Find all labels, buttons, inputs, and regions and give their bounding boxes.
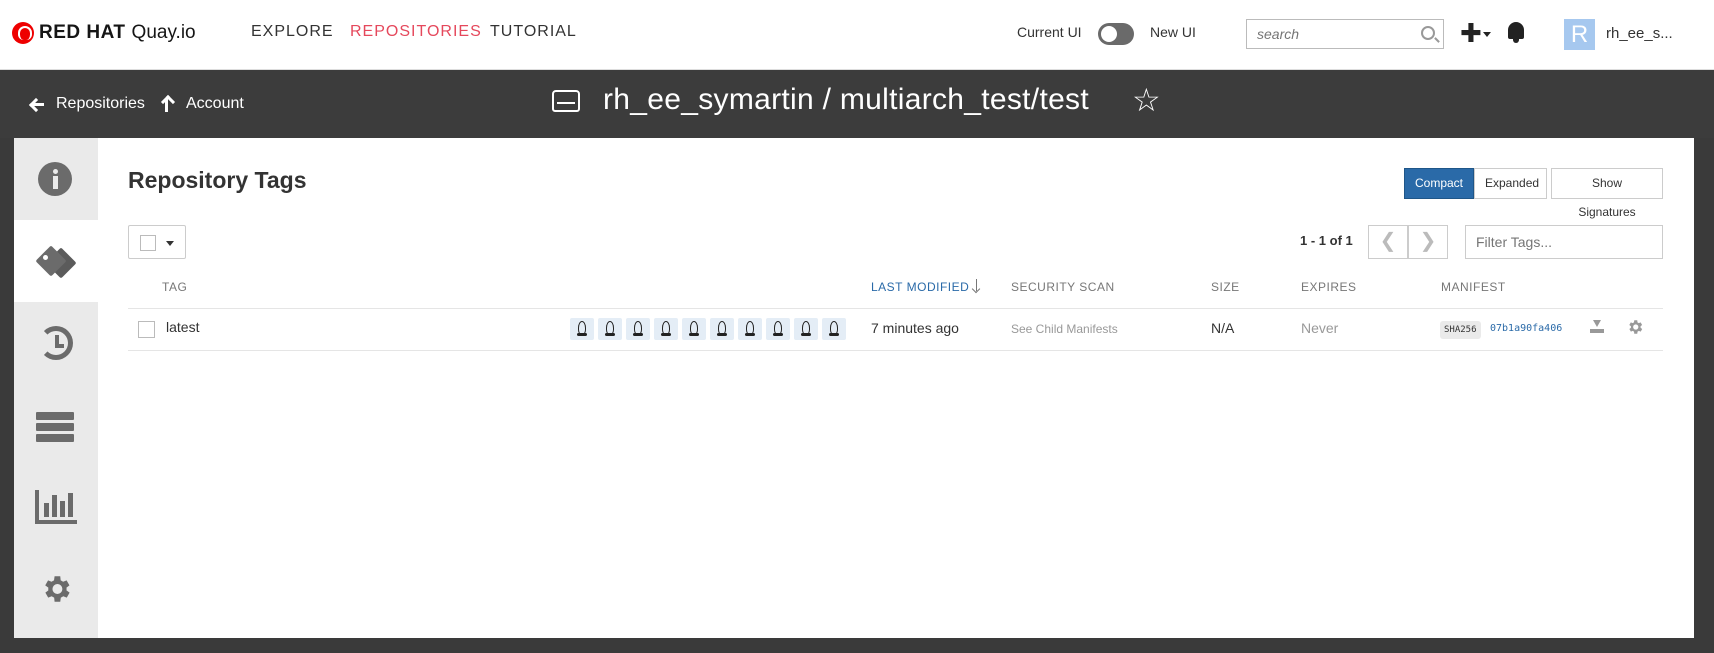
repository-icon: [552, 90, 580, 112]
toggle-knob: [1101, 26, 1117, 42]
create-new-button[interactable]: ✚: [1460, 20, 1482, 46]
user-menu[interactable]: rh_ee_s...: [1606, 25, 1673, 42]
sidebar-item-info[interactable]: [14, 138, 98, 220]
nav-tutorial[interactable]: TUTORIAL: [490, 23, 577, 41]
bar-chart-icon: [35, 490, 77, 524]
linux-arch-badge[interactable]: [794, 318, 818, 340]
brand-logo[interactable]: RED HAT Quay.io: [12, 22, 196, 44]
select-all-dropdown[interactable]: [128, 225, 186, 259]
search-input[interactable]: [1247, 20, 1407, 48]
sidebar-item-usage-logs[interactable]: [14, 466, 98, 548]
linux-arch-badge[interactable]: [626, 318, 650, 340]
linux-penguin-icon: [605, 321, 615, 336]
manifest-algorithm-badge: SHA256: [1440, 321, 1481, 339]
arrow-up-icon: [160, 96, 174, 112]
new-ui-label: New UI: [1150, 24, 1196, 40]
tags-icon: [35, 244, 77, 280]
arrow-left-icon: [30, 97, 44, 111]
column-header-manifest: MANIFEST: [1441, 280, 1506, 294]
redhat-logo-icon: [12, 22, 34, 44]
linux-arch-badge[interactable]: [682, 318, 706, 340]
size-value: N/A: [1211, 320, 1235, 336]
info-icon: [38, 162, 72, 196]
linux-penguin-icon: [801, 321, 811, 336]
linux-arch-badge[interactable]: [598, 318, 622, 340]
prev-page-button[interactable]: ❮: [1368, 225, 1408, 259]
linux-penguin-icon: [745, 321, 755, 336]
linux-arch-badge[interactable]: [570, 318, 594, 340]
brand-product: Quay.io: [131, 22, 196, 43]
linux-penguin-icon: [661, 321, 671, 336]
linux-arch-badge[interactable]: [822, 318, 846, 340]
chevron-down-icon: [166, 241, 174, 246]
security-scan-link[interactable]: See Child Manifests: [1011, 322, 1118, 336]
last-modified-value: 7 minutes ago: [871, 320, 959, 336]
chevron-down-icon: [1483, 32, 1491, 37]
gear-icon[interactable]: [1626, 318, 1644, 336]
column-header-tag[interactable]: TAG: [162, 280, 187, 294]
tag-name[interactable]: latest: [166, 319, 199, 335]
sidebar-item-builds[interactable]: [14, 384, 98, 466]
column-header-security-scan[interactable]: SECURITY SCAN: [1011, 280, 1115, 294]
sidebar-item-history[interactable]: [14, 302, 98, 384]
row-checkbox[interactable]: [138, 321, 155, 338]
manifest-digest-link[interactable]: 07b1a90fa406: [1490, 323, 1562, 334]
table-divider: [128, 308, 1663, 309]
gear-icon: [45, 576, 70, 602]
download-icon[interactable]: [1590, 320, 1604, 334]
section-title: Repository Tags: [128, 167, 307, 193]
filter-tags-input[interactable]: [1465, 225, 1663, 259]
back-link-label: Repositories: [56, 95, 145, 112]
architecture-badges: [570, 318, 850, 342]
search-box: [1246, 19, 1444, 49]
linux-penguin-icon: [689, 321, 699, 336]
linux-arch-badge[interactable]: [738, 318, 762, 340]
ui-toggle-switch[interactable]: [1098, 23, 1134, 45]
star-icon[interactable]: ☆: [1132, 84, 1161, 116]
pagination-count: 1 - 1 of 1: [1300, 233, 1353, 248]
linux-penguin-icon: [829, 321, 839, 336]
current-ui-label: Current UI: [1017, 24, 1082, 40]
expanded-view-button[interactable]: Expanded: [1474, 168, 1547, 199]
nav-repositories[interactable]: REPOSITORIES: [350, 23, 482, 41]
top-navbar: RED HAT Quay.io EXPLORE REPOSITORIES TUT…: [0, 0, 1714, 70]
next-page-button[interactable]: ❯: [1408, 225, 1448, 259]
table-divider: [128, 350, 1663, 351]
compact-view-button[interactable]: Compact: [1404, 168, 1474, 199]
brand-name: RED HAT: [39, 22, 126, 43]
column-header-size[interactable]: SIZE: [1211, 280, 1240, 294]
builds-icon: [36, 412, 74, 442]
account-link[interactable]: Account: [160, 95, 244, 113]
linux-arch-badge[interactable]: [710, 318, 734, 340]
column-header-last-modified[interactable]: LAST MODIFIED: [871, 280, 969, 294]
linux-penguin-icon: [577, 321, 587, 336]
bell-icon[interactable]: [1506, 20, 1526, 44]
account-link-label: Account: [186, 95, 244, 112]
search-icon[interactable]: [1421, 26, 1435, 40]
history-icon: [39, 326, 73, 360]
sort-descending-icon[interactable]: [972, 279, 982, 293]
back-to-repositories-link[interactable]: Repositories: [30, 95, 145, 113]
sidebar-item-tags[interactable]: [14, 220, 98, 302]
show-signatures-button[interactable]: Show Signatures: [1551, 168, 1663, 219]
linux-arch-badge[interactable]: [766, 318, 790, 340]
column-header-expires[interactable]: EXPIRES: [1301, 280, 1357, 294]
expires-value[interactable]: Never: [1301, 320, 1338, 336]
main-panel: [14, 138, 1694, 638]
select-all-checkbox[interactable]: [140, 235, 156, 251]
linux-penguin-icon: [717, 321, 727, 336]
linux-penguin-icon: [773, 321, 783, 336]
sidebar-item-settings[interactable]: [14, 548, 98, 630]
avatar[interactable]: R: [1564, 19, 1595, 50]
linux-arch-badge[interactable]: [654, 318, 678, 340]
linux-penguin-icon: [633, 321, 643, 336]
nav-explore[interactable]: EXPLORE: [251, 23, 334, 41]
page-title: rh_ee_symartin / multiarch_test/test: [603, 83, 1089, 116]
